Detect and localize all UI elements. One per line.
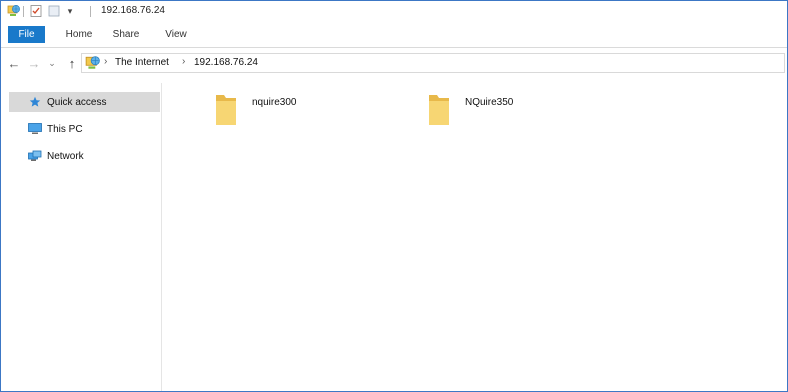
forward-arrow-icon: → [27, 55, 41, 71]
address-row: ← → ⌄ ↑ › The Internet › 192.168.76.24 [1, 50, 787, 76]
sidebar-item-label: This PC [47, 123, 83, 135]
back-arrow-icon: ← [7, 55, 21, 71]
tab-home[interactable]: Home [59, 26, 99, 43]
sidebar-item-quick-access[interactable]: Quick access [9, 92, 160, 112]
folder-item[interactable]: nquire300 [162, 86, 352, 126]
content-pane: nquire300 NQuire350 [162, 83, 787, 391]
recent-locations-button[interactable]: ⌄ [45, 53, 59, 73]
network-icon [27, 148, 43, 164]
window-title: 192.168.76.24 [101, 5, 165, 16]
sidebar-item-label: Network [47, 150, 84, 162]
properties-icon[interactable] [29, 4, 43, 18]
up-arrow-icon: ↑ [68, 55, 76, 71]
folder-name: NQuire350 [465, 97, 514, 108]
navigation-pane: Quick access This PC Network [1, 83, 162, 391]
tab-view[interactable]: View [156, 26, 196, 43]
network-location-icon [85, 55, 101, 71]
breadcrumb-chevron-icon[interactable]: › [104, 56, 107, 67]
ribbon: File Home Share View [1, 21, 787, 48]
back-button[interactable]: ← [5, 53, 23, 73]
titlebar-separator [90, 6, 91, 17]
up-button[interactable]: ↑ [63, 53, 81, 73]
tab-share[interactable]: Share [106, 26, 146, 43]
explorer-window: ▾ 192.168.76.24 File Home Share View ← →… [0, 0, 788, 392]
folder-item[interactable]: NQuire350 [375, 86, 565, 126]
breadcrumb-chevron-icon[interactable]: › [182, 56, 185, 67]
breadcrumb-ip-address[interactable]: 192.168.76.24 [194, 57, 258, 68]
folder-icon [427, 93, 451, 127]
address-bar[interactable]: › The Internet › 192.168.76.24 [81, 53, 785, 73]
tab-file[interactable]: File [8, 26, 45, 43]
sidebar-item-label: Quick access [47, 96, 107, 108]
titlebar-separator [23, 6, 24, 17]
new-folder-icon[interactable] [47, 4, 61, 18]
star-icon [27, 94, 43, 110]
customize-quick-access-icon[interactable]: ▾ [63, 4, 77, 18]
title-bar: ▾ 192.168.76.24 [1, 1, 787, 21]
folder-name: nquire300 [252, 97, 297, 108]
chevron-down-icon: ⌄ [48, 57, 56, 68]
forward-button[interactable]: → [25, 53, 43, 73]
folder-icon [214, 93, 238, 127]
breadcrumb-the-internet[interactable]: The Internet [115, 57, 169, 68]
sidebar-item-this-pc[interactable]: This PC [9, 119, 160, 139]
computer-icon [27, 121, 43, 137]
sidebar-item-network[interactable]: Network [9, 146, 160, 166]
network-location-icon[interactable] [7, 4, 21, 18]
